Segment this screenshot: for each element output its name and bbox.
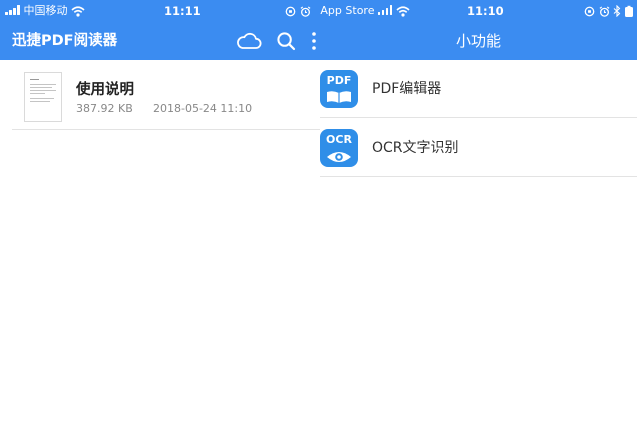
status-left: 中国移动 bbox=[5, 0, 85, 22]
app-bar: 迅捷PDF阅读器 bbox=[0, 22, 320, 60]
carrier-label: 中国移动 bbox=[23, 4, 68, 17]
wifi-icon bbox=[71, 5, 85, 17]
status-bar: ‹App Store 11:10 bbox=[320, 0, 637, 22]
tools-screen: ‹App Store 11:10 bbox=[320, 0, 637, 435]
search-icon bbox=[277, 32, 296, 51]
more-button[interactable] bbox=[308, 22, 320, 60]
more-vertical-icon bbox=[312, 32, 316, 50]
orientation-lock-icon bbox=[584, 6, 595, 16]
file-list-screen: 中国移动 11:11 迅捷PDF阅读器 使用说明 387.92 KB 2018-… bbox=[0, 0, 320, 435]
cloud-icon bbox=[237, 32, 262, 49]
ocr-icon: OCR bbox=[320, 129, 358, 167]
bluetooth-icon bbox=[613, 5, 621, 17]
status-right bbox=[584, 0, 634, 22]
status-time: 11:11 bbox=[164, 4, 201, 18]
file-name: 使用说明 bbox=[76, 82, 134, 98]
tool-item-pdf-editor[interactable]: PDF PDF编辑器 bbox=[320, 60, 637, 118]
alarm-icon bbox=[599, 5, 609, 17]
app-title: 迅捷PDF阅读器 bbox=[12, 33, 118, 49]
back-to-app-label[interactable]: ‹App Store bbox=[320, 4, 374, 17]
page-title: 小功能 bbox=[455, 32, 501, 50]
orientation-lock-icon bbox=[285, 6, 296, 16]
file-list-item[interactable]: 使用说明 387.92 KB 2018-05-24 11:10 bbox=[12, 68, 320, 130]
status-bar: 中国移动 11:11 bbox=[0, 0, 320, 22]
app-bar: 小功能 bbox=[320, 22, 637, 60]
alarm-icon bbox=[300, 5, 310, 17]
file-thumbnail bbox=[24, 72, 62, 122]
status-right bbox=[285, 0, 311, 22]
file-size: 387.92 KB bbox=[76, 102, 133, 115]
tool-item-ocr[interactable]: OCR OCR文字识别 bbox=[320, 119, 637, 177]
battery-icon bbox=[624, 5, 633, 17]
cloud-button[interactable] bbox=[234, 22, 264, 60]
cell-signal-icon bbox=[377, 5, 393, 15]
pdf-editor-icon: PDF bbox=[320, 70, 358, 108]
tool-label: PDF编辑器 bbox=[372, 81, 442, 97]
tool-label: OCR文字识别 bbox=[372, 140, 459, 156]
status-time: 11:10 bbox=[467, 4, 504, 18]
search-button[interactable] bbox=[272, 22, 300, 60]
file-modified-date: 2018-05-24 11:10 bbox=[153, 102, 253, 115]
status-left: ‹App Store bbox=[320, 0, 411, 22]
wifi-icon bbox=[396, 5, 411, 17]
cell-signal-icon bbox=[5, 5, 20, 15]
